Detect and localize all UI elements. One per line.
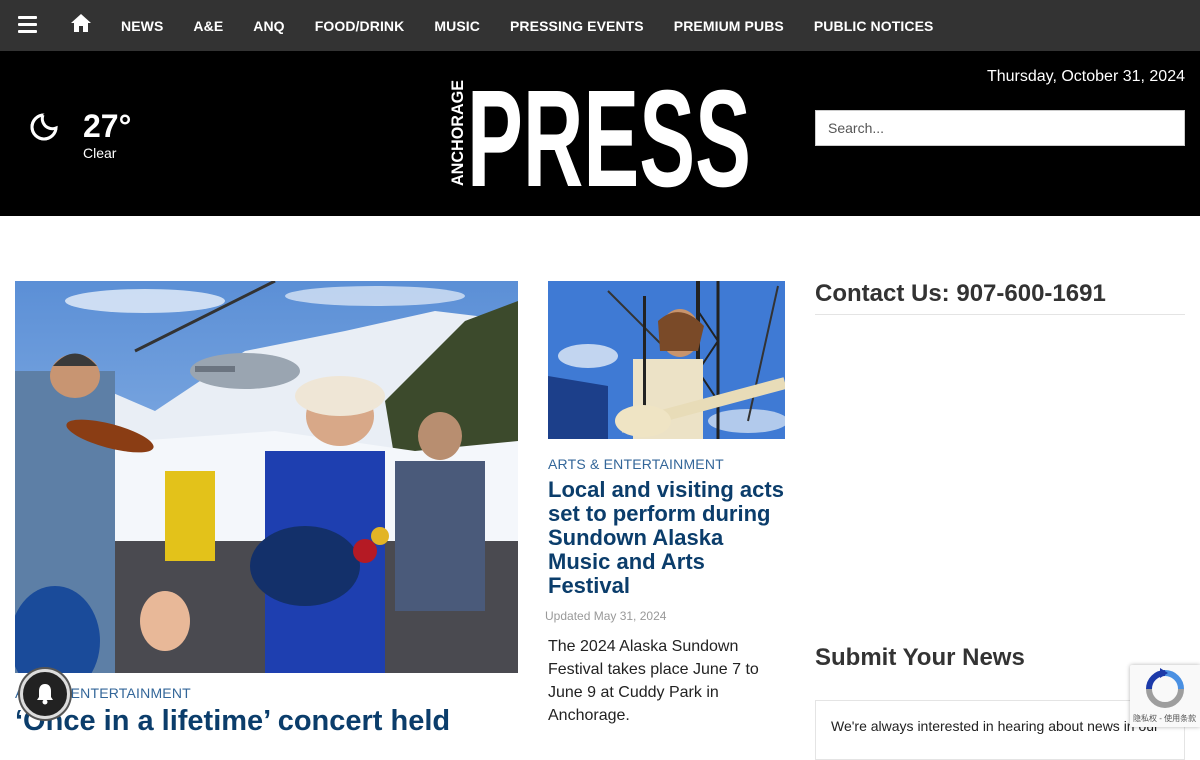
article-image[interactable] (548, 281, 785, 439)
nav-item-music[interactable]: MUSIC (434, 18, 480, 34)
contact-heading: Contact Us: 907-600-1691 (815, 280, 1106, 307)
feature-image[interactable] (15, 281, 518, 673)
nav-item-news[interactable]: NEWS (121, 18, 163, 34)
nav-item-ae[interactable]: A&E (193, 18, 223, 34)
current-date: Thursday, October 31, 2024 (986, 68, 1185, 85)
nav-links: NEWS A&E ANQ FOOD/DRINK MUSIC PRESSING E… (121, 0, 964, 51)
nav-item-premium-pubs[interactable]: PREMIUM PUBS (674, 18, 784, 34)
menu-icon[interactable] (18, 16, 38, 34)
nav-item-food-drink[interactable]: FOOD/DRINK (315, 18, 405, 34)
top-nav: NEWS A&E ANQ FOOD/DRINK MUSIC PRESSING E… (0, 0, 1200, 51)
site-header: 27° Clear ANCHORAGE PRESS Thursday, Octo… (0, 51, 1200, 216)
logo-big-text: PRESS (467, 78, 751, 190)
submit-news-heading: Submit Your News (815, 644, 1025, 671)
nav-item-pressing-events[interactable]: PRESSING EVENTS (510, 18, 644, 34)
article-updated-date: Updated May 31, 2024 (545, 609, 667, 623)
home-icon[interactable] (70, 13, 92, 33)
bell-icon (37, 684, 53, 705)
search-input[interactable] (815, 110, 1185, 146)
nav-item-public-notices[interactable]: PUBLIC NOTICES (814, 18, 934, 34)
recaptcha-text[interactable]: 隐私权 - 使用条款 (1133, 713, 1196, 724)
moon-icon (30, 112, 60, 141)
site-logo[interactable]: ANCHORAGE PRESS (447, 78, 753, 190)
submit-news-text: We're always interested in hearing about… (831, 718, 1159, 734)
article-category[interactable]: ARTS & ENTERTAINMENT (548, 456, 724, 472)
logo-small-text: ANCHORAGE (448, 80, 467, 186)
nav-item-anq[interactable]: ANQ (253, 18, 284, 34)
recaptcha-icon (1146, 668, 1184, 708)
article-description: The 2024 Alaska Sundown Festival takes p… (548, 638, 759, 724)
weather-condition: Clear (83, 145, 117, 161)
recaptcha-badge[interactable]: 隐私权 - 使用条款 (1130, 665, 1200, 727)
divider (815, 314, 1185, 315)
notification-button[interactable] (20, 669, 70, 719)
weather-temp: 27° (83, 108, 132, 144)
article-title[interactable]: Local and visiting acts set to perform d… (548, 478, 788, 598)
feature-title[interactable]: ‘Once in a lifetime’ concert held (15, 705, 450, 738)
